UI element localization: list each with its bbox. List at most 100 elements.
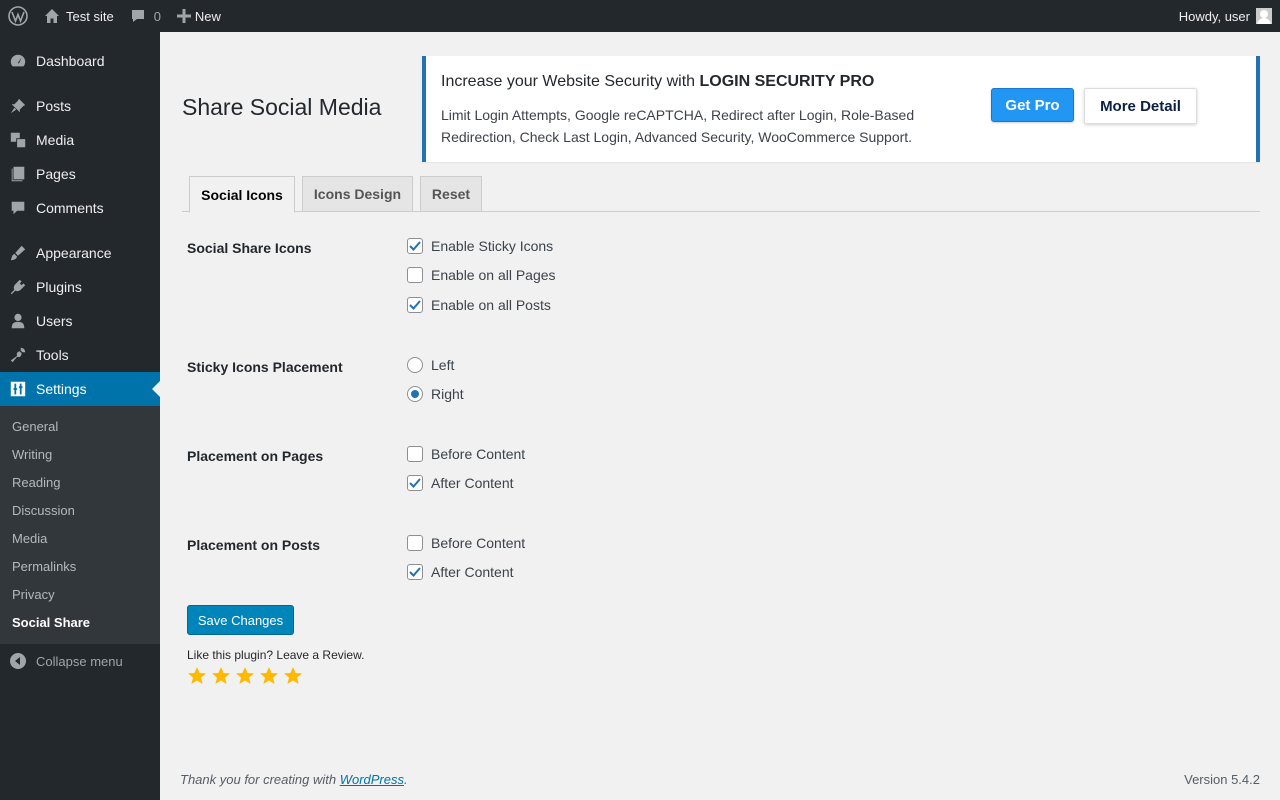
comments-link[interactable]: 0 xyxy=(122,0,169,32)
tab-social-icons[interactable]: Social Icons xyxy=(189,176,295,213)
tab-reset[interactable]: Reset xyxy=(420,176,482,212)
promo-title: Increase your Website Security with LOGI… xyxy=(441,73,874,91)
settings-submenu: General Writing Reading Discussion Media… xyxy=(0,406,160,644)
sidebar-item-media[interactable]: Media xyxy=(0,123,160,157)
pages-before-content-option[interactable]: Before Content xyxy=(407,445,525,463)
more-detail-button[interactable]: More Detail xyxy=(1084,88,1197,124)
wordpress-link[interactable]: WordPress xyxy=(340,772,404,787)
submenu-item-social-share[interactable]: Social Share xyxy=(12,615,90,630)
sidebar-item-label: Settings xyxy=(36,381,87,397)
footer-thanks-suffix: . xyxy=(404,772,408,787)
enable-all-pages-checkbox[interactable] xyxy=(407,267,423,283)
submenu-item-reading[interactable]: Reading xyxy=(12,475,60,490)
enable-all-posts-checkbox[interactable] xyxy=(407,297,423,313)
sidebar-item-settings[interactable]: Settings xyxy=(0,372,160,406)
sidebar-item-users[interactable]: Users xyxy=(0,304,160,338)
posts-after-content-checkbox[interactable] xyxy=(407,564,423,580)
site-link[interactable]: Test site xyxy=(36,0,122,32)
footer-thanks-text: Thank you for creating with xyxy=(180,772,340,787)
placement-left-option[interactable]: Left xyxy=(407,356,454,374)
sidebar-item-label: Media xyxy=(36,132,75,148)
sidebar-item-appearance[interactable]: Appearance xyxy=(0,236,160,270)
placement-left-radio[interactable] xyxy=(407,357,423,373)
star-icon[interactable] xyxy=(283,666,303,686)
star-icon[interactable] xyxy=(211,666,231,686)
sidebar-item-plugins[interactable]: Plugins xyxy=(0,270,160,304)
star-icon[interactable] xyxy=(187,666,207,686)
submenu-item-privacy[interactable]: Privacy xyxy=(12,587,55,602)
option-label: Enable Sticky Icons xyxy=(431,238,554,254)
promo-description: Limit Login Attempts, Google reCAPTCHA, … xyxy=(441,107,915,145)
pin-icon xyxy=(0,97,36,115)
star-icon[interactable] xyxy=(259,666,279,686)
option-label: After Content xyxy=(431,564,514,580)
brush-icon xyxy=(0,244,36,262)
plug-icon xyxy=(0,278,36,296)
option-label: Left xyxy=(431,357,455,373)
checkmark-icon xyxy=(409,567,421,577)
submenu-item-discussion[interactable]: Discussion xyxy=(12,503,75,518)
posts-before-content-option[interactable]: Before Content xyxy=(407,534,525,552)
checkmark-icon xyxy=(409,478,421,488)
posts-before-content-checkbox[interactable] xyxy=(407,535,423,551)
option-label: After Content xyxy=(431,475,514,491)
collapse-menu-button[interactable]: Collapse menu xyxy=(0,650,160,672)
pages-before-content-checkbox[interactable] xyxy=(407,446,423,462)
review-prompt[interactable]: Like this plugin? Leave a Review. xyxy=(187,648,364,662)
promo-title-product: LOGIN SECURITY PRO xyxy=(699,73,875,90)
sidebar-item-posts[interactable]: Posts xyxy=(0,89,160,123)
sidebar-item-label: Comments xyxy=(36,200,104,216)
sidebar-item-comments[interactable]: Comments xyxy=(0,191,160,225)
pages-after-content-option[interactable]: After Content xyxy=(407,474,514,492)
user-icon xyxy=(0,312,36,330)
review-stars[interactable] xyxy=(187,666,307,686)
social-share-icons-label: Social Share Icons xyxy=(187,240,312,256)
sidebar-item-label: Posts xyxy=(36,98,72,114)
submenu-item-media[interactable]: Media xyxy=(12,531,47,546)
option-label: Before Content xyxy=(431,446,526,462)
enable-all-pages-option[interactable]: Enable on all Pages xyxy=(407,266,556,284)
promo-notice: Increase your Website Security with LOGI… xyxy=(422,56,1260,162)
plus-icon xyxy=(176,9,191,23)
account-menu[interactable]: Howdy, user xyxy=(1179,0,1280,32)
sidebar-item-label: Pages xyxy=(36,166,76,182)
option-label: Enable on all Posts xyxy=(431,297,551,313)
save-changes-button[interactable]: Save Changes xyxy=(187,605,294,635)
new-label: New xyxy=(194,8,221,24)
avatar xyxy=(1256,8,1272,24)
tab-icons-design[interactable]: Icons Design xyxy=(302,176,413,212)
sidebar-item-tools[interactable]: Tools xyxy=(0,338,160,372)
submenu-item-writing[interactable]: Writing xyxy=(12,447,52,462)
wordpress-logo-icon[interactable] xyxy=(0,0,36,32)
comments-count: 0 xyxy=(153,8,161,24)
admin-bar: Test site 0 New Howdy, user xyxy=(0,0,1280,32)
comment-icon xyxy=(0,199,36,217)
option-label: Enable on all Pages xyxy=(431,267,556,283)
submenu-item-permalinks[interactable]: Permalinks xyxy=(12,559,76,574)
enable-all-posts-option[interactable]: Enable on all Posts xyxy=(407,296,551,314)
sidebar-item-pages[interactable]: Pages xyxy=(0,157,160,191)
sticky-placement-label: Sticky Icons Placement xyxy=(187,359,343,375)
promo-title-prefix: Increase your Website Security with xyxy=(441,73,700,90)
enable-sticky-icons-checkbox[interactable] xyxy=(407,238,423,254)
option-label: Right xyxy=(431,386,464,402)
sidebar-item-label: Dashboard xyxy=(36,53,105,69)
get-pro-button[interactable]: Get Pro xyxy=(991,88,1074,122)
sidebar-item-label: Plugins xyxy=(36,279,82,295)
home-icon xyxy=(45,9,59,23)
enable-sticky-icons-option[interactable]: Enable Sticky Icons xyxy=(407,237,553,255)
site-name: Test site xyxy=(66,8,114,24)
placement-right-option[interactable]: Right xyxy=(407,385,464,403)
placement-right-radio[interactable] xyxy=(407,386,423,402)
media-icon xyxy=(0,131,36,149)
sidebar-item-dashboard[interactable]: Dashboard xyxy=(0,44,160,78)
submenu-item-general[interactable]: General xyxy=(12,419,58,434)
pages-icon xyxy=(0,165,36,183)
posts-after-content-option[interactable]: After Content xyxy=(407,563,514,581)
dashboard-icon xyxy=(0,52,36,70)
placement-pages-label: Placement on Pages xyxy=(187,448,324,464)
pages-after-content-checkbox[interactable] xyxy=(407,475,423,491)
comment-icon xyxy=(131,10,144,22)
new-content-link[interactable]: New xyxy=(169,0,229,32)
star-icon[interactable] xyxy=(235,666,255,686)
